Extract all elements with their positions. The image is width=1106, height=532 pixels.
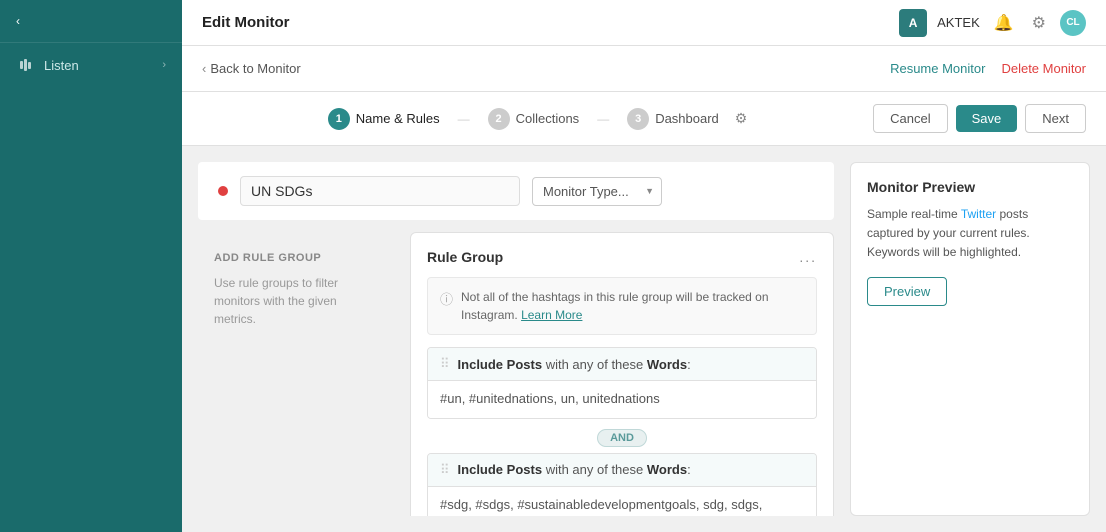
info-icon: ⓘ (440, 289, 453, 308)
action-links: Resume Monitor Delete Monitor (890, 61, 1086, 76)
rule-item-1-text: Include Posts with any of these Words: (458, 357, 691, 372)
top-header: Edit Monitor A AKTEK 🔔 ⚙ CL (182, 0, 1106, 46)
rule-item-1: ⠿ Include Posts with any of these Words: (427, 347, 817, 419)
step-2[interactable]: 2 Collections (488, 108, 580, 130)
resume-monitor-link[interactable]: Resume Monitor (890, 61, 985, 76)
step-1[interactable]: 1 Name & Rules (328, 108, 440, 130)
rule-item-1-header: ⠿ Include Posts with any of these Words: (428, 348, 816, 381)
sidebar: ‹ Listen › (0, 0, 182, 532)
and-connector: AND (427, 429, 817, 447)
and-badge: AND (597, 429, 647, 447)
step-2-label: Collections (516, 111, 580, 126)
info-banner: ⓘ Not all of the hashtags in this rule g… (427, 277, 817, 335)
rule-item-2: ⠿ Include Posts with any of these Words: (427, 453, 817, 516)
username-label: AKTEK (937, 15, 980, 30)
rule-item-1-body: #un, #unitednations, un, unitednations (428, 381, 816, 418)
rule-groups-area: ADD RULE GROUP Use rule groups to filter… (198, 232, 834, 516)
rule-item-2-tags: #sdg, #sdgs, #sustainabledevelopmentgoal… (440, 497, 762, 512)
action-bar: ‹ Back to Monitor Resume Monitor Delete … (182, 46, 1106, 92)
add-rule-group-title: ADD RULE GROUP (214, 252, 382, 264)
step-3-circle: 3 (627, 108, 649, 130)
cancel-button[interactable]: Cancel (873, 104, 947, 133)
step-1-circle: 1 (328, 108, 350, 130)
monitor-preview-card: Monitor Preview Sample real-time Twitter… (850, 162, 1090, 516)
rule-group-title: Rule Group (427, 249, 503, 265)
step-3-label: Dashboard (655, 111, 719, 126)
delete-monitor-link[interactable]: Delete Monitor (1001, 61, 1086, 76)
back-chevron-icon: ‹ (202, 61, 206, 76)
add-rule-group-desc: Use rule groups to filter monitors with … (214, 274, 382, 328)
main-area: Edit Monitor A AKTEK 🔔 ⚙ CL ‹ Back to Mo… (182, 0, 1106, 532)
steps-gear-icon[interactable]: ⚙ (735, 110, 748, 127)
info-text: Not all of the hashtags in this rule gro… (461, 288, 804, 324)
monitor-type-select[interactable]: Monitor Type... (532, 177, 662, 206)
back-label: Back to Monitor (210, 61, 300, 76)
rule-group-menu-button[interactable]: ... (799, 249, 817, 265)
monitor-type-wrapper: Monitor Type... (532, 177, 662, 206)
monitor-status-dot (218, 186, 228, 196)
settings-button[interactable]: ⚙ (1028, 9, 1050, 37)
page-title: Edit Monitor (202, 14, 289, 31)
monitor-name-row: Monitor Type... (198, 162, 834, 220)
step-3[interactable]: 3 Dashboard (627, 108, 719, 130)
main-content: Monitor Type... ADD RULE GROUP Use rule … (198, 162, 834, 516)
rule-item-2-text: Include Posts with any of these Words: (458, 462, 691, 477)
drag-handle-icon[interactable]: ⠿ (440, 356, 450, 372)
step-divider-1: — (458, 112, 470, 126)
monitor-name-input[interactable] (240, 176, 520, 206)
content-area: Monitor Type... ADD RULE GROUP Use rule … (182, 146, 1106, 532)
aktek-avatar: A (899, 9, 927, 37)
header-right: A AKTEK 🔔 ⚙ CL (899, 9, 1086, 37)
add-rule-group-panel: ADD RULE GROUP Use rule groups to filter… (198, 232, 398, 516)
step-divider-2: — (597, 112, 609, 126)
steps-bar: 1 Name & Rules — 2 Collections — 3 Dashb… (182, 92, 1106, 146)
learn-more-link[interactable]: Learn More (521, 308, 582, 322)
rule-item-2-header: ⠿ Include Posts with any of these Words: (428, 454, 816, 487)
rule-item-2-body: #sdg, #sdgs, #sustainabledevelopmentgoal… (428, 487, 816, 516)
preview-button[interactable]: Preview (867, 277, 947, 306)
next-button[interactable]: Next (1025, 104, 1086, 133)
chevron-left-icon: ‹ (16, 14, 20, 28)
preview-title: Monitor Preview (867, 179, 1073, 195)
user-avatar: CL (1060, 10, 1086, 36)
save-button[interactable]: Save (956, 105, 1018, 132)
step-2-circle: 2 (488, 108, 510, 130)
step-1-label: Name & Rules (356, 111, 440, 126)
side-panel: Monitor Preview Sample real-time Twitter… (850, 162, 1090, 516)
rule-group-header: Rule Group ... (427, 249, 817, 265)
sidebar-item-listen-label: Listen (44, 58, 162, 73)
steps-actions: Cancel Save Next (873, 104, 1086, 133)
preview-description: Sample real-time Twitter posts captured … (867, 205, 1073, 263)
rule-group-panel: Rule Group ... ⓘ Not all of the hashtags… (410, 232, 834, 516)
sidebar-back-button[interactable]: ‹ (0, 0, 182, 43)
notifications-button[interactable]: 🔔 (990, 9, 1018, 37)
back-to-monitor-link[interactable]: ‹ Back to Monitor (202, 61, 301, 76)
drag-handle-icon-2[interactable]: ⠿ (440, 462, 450, 478)
rule-item-1-tags: #un, #unitednations, un, unitednations (440, 391, 660, 406)
sidebar-item-listen[interactable]: Listen › (0, 43, 182, 87)
listen-icon (16, 55, 36, 75)
chevron-right-icon: › (162, 59, 166, 71)
